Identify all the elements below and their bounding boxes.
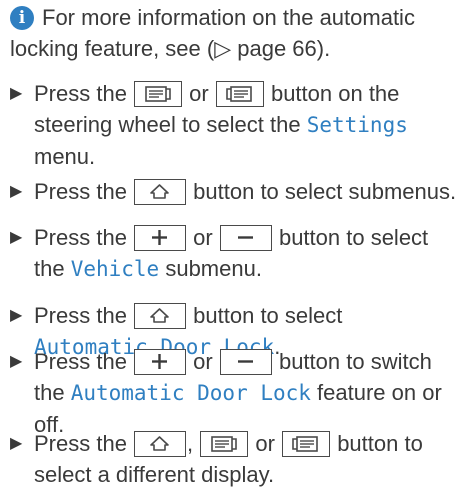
or-text: or: [187, 225, 219, 250]
info-text: For more information on the automatic lo…: [10, 5, 415, 61]
bullet-icon: ▶: [10, 85, 23, 102]
step-5: ▶ Press the or button to switch the Auto…: [10, 346, 462, 440]
bullet-icon: ▶: [10, 435, 23, 452]
home-button-icon: [134, 179, 187, 205]
minus-button-icon: [219, 349, 272, 375]
step-1: ▶ Press the or button on the steering wh…: [10, 78, 462, 172]
step-text: Press the: [34, 179, 134, 204]
or-text: or: [183, 81, 215, 106]
step-text: button to select submenus.: [187, 179, 457, 204]
manual-page: i For more information on the automatic …: [0, 0, 472, 494]
bullet-icon: ▶: [10, 183, 23, 200]
bullet-icon: ▶: [10, 307, 23, 324]
submenu-name: Vehicle: [70, 257, 160, 281]
home-button-icon: [134, 303, 187, 329]
step-text: submenu.: [159, 256, 262, 281]
or-text: or: [249, 431, 282, 456]
comma-text: ,: [187, 431, 200, 456]
plus-button-icon: [134, 225, 187, 251]
page-forward-button-icon: [282, 431, 331, 457]
step-text: Press the: [34, 81, 134, 106]
bullet-icon: ▶: [10, 353, 23, 370]
minus-button-icon: [219, 225, 272, 251]
step-text: menu.: [34, 144, 96, 169]
step-6: ▶ Press the , or button to select a diff…: [10, 428, 462, 490]
step-text: button to select: [187, 303, 343, 328]
step-text: Press the: [34, 431, 134, 456]
page-forward-button-icon: [215, 81, 264, 107]
menu-name: Settings: [306, 113, 408, 137]
or-text: or: [187, 349, 219, 374]
info-note: i For more information on the automatic …: [10, 2, 460, 64]
bullet-icon: ▶: [10, 229, 23, 246]
page-back-button-icon: [134, 81, 183, 107]
step-text: Press the: [34, 303, 134, 328]
step-2: ▶ Press the button to select submenus.: [10, 176, 462, 207]
step-3: ▶ Press the or button to select the Vehi…: [10, 222, 462, 285]
step-text: Press the: [34, 225, 134, 250]
step-text: Press the: [34, 349, 134, 374]
info-icon: i: [10, 6, 34, 30]
plus-button-icon: [134, 349, 187, 375]
feature-name: Automatic Door Lock: [70, 381, 311, 405]
home-button-icon: [134, 431, 187, 457]
page-back-button-icon: [200, 431, 249, 457]
